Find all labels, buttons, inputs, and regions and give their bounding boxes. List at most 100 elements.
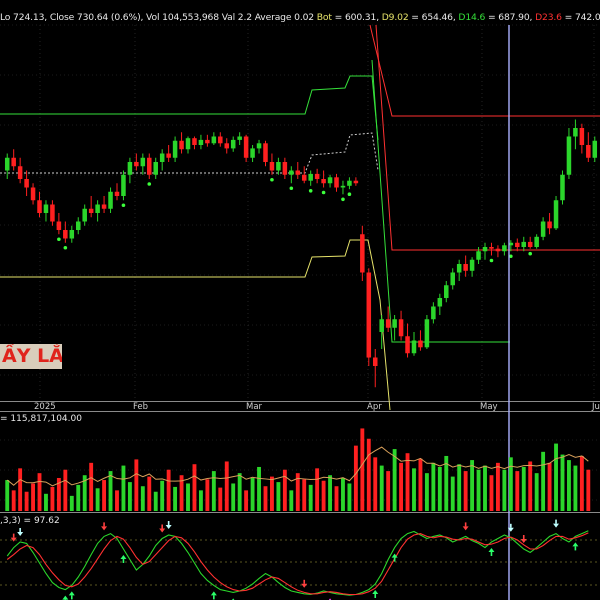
volume-bar <box>315 468 320 511</box>
candle-body <box>463 264 468 271</box>
volume-bar <box>412 468 416 511</box>
candle-body <box>159 153 165 162</box>
volume-bar <box>489 475 494 511</box>
volume-bar <box>373 457 378 511</box>
candle-body <box>11 157 16 167</box>
candle-body <box>198 139 204 145</box>
sell-arrow <box>462 526 469 531</box>
candle-body <box>82 208 87 222</box>
signal-dot <box>321 190 326 195</box>
volume-bar <box>186 483 190 511</box>
sell-arrow <box>301 583 308 588</box>
volume-bar <box>554 443 558 511</box>
volume-bar <box>102 480 107 511</box>
volume-bar <box>153 491 158 511</box>
candle-body <box>134 162 139 167</box>
sell-arrow <box>464 522 467 527</box>
month-label-mar: Mar <box>246 402 263 412</box>
volume-bar <box>173 486 178 511</box>
volume-bar <box>392 449 397 511</box>
oscillator-panel-top-border <box>0 512 600 513</box>
info-segment: D23.6 <box>535 12 562 23</box>
sell-arrow <box>17 532 24 536</box>
volume-bar <box>44 493 48 511</box>
candle-body <box>50 204 55 222</box>
volume-bar <box>237 473 242 511</box>
volume-bar <box>463 471 468 511</box>
candle-body <box>205 139 210 144</box>
signal-dot <box>341 197 345 202</box>
volume-bar <box>205 479 210 511</box>
candle-body <box>573 128 578 137</box>
volume-bar <box>231 483 236 511</box>
volume-bar <box>192 464 197 511</box>
buy-arrow <box>374 594 377 598</box>
volume-bar <box>250 477 255 511</box>
volume-bar <box>31 483 35 511</box>
candle-body <box>515 242 520 247</box>
volume-bar <box>437 466 442 511</box>
buy-arrow <box>70 595 73 600</box>
volume-bar <box>573 465 578 511</box>
candle-body <box>289 170 294 175</box>
candle-body <box>17 166 23 179</box>
candle-body <box>218 136 223 144</box>
sell-arrow <box>167 521 170 525</box>
candle-body <box>372 357 378 366</box>
volume-bar <box>495 462 500 511</box>
volume-bar <box>76 484 81 511</box>
volume-bar <box>450 476 455 511</box>
volume-bar <box>586 469 591 511</box>
candle-body <box>366 272 372 358</box>
candle-body <box>534 236 539 247</box>
volume-bar <box>37 473 42 511</box>
volume-bar <box>528 461 533 511</box>
volume-bar <box>476 469 481 511</box>
buy-arrow <box>393 557 396 562</box>
signal-dot <box>528 251 533 256</box>
volume-bar <box>166 469 171 511</box>
volume-bar <box>321 480 326 511</box>
volume-bar <box>140 486 145 511</box>
candle-body <box>334 177 339 188</box>
sell-arrow <box>19 528 21 532</box>
buy-arrow <box>120 555 127 559</box>
candle-body <box>172 140 178 158</box>
volume-bar <box>386 471 391 511</box>
candle-body <box>153 162 158 175</box>
candle-body <box>211 136 217 144</box>
candle-body <box>418 340 423 348</box>
info-segment: = 742.04, <box>564 12 600 23</box>
candle-body <box>502 245 507 252</box>
candle-body <box>75 221 81 230</box>
sell-arrow <box>101 526 108 531</box>
volume-bar <box>257 466 261 511</box>
line-D14.6 <box>0 75 379 141</box>
candle-body <box>88 208 94 213</box>
candle-body <box>450 272 455 286</box>
candle-body <box>360 234 365 273</box>
volume-bar <box>289 490 294 511</box>
volume-bar <box>218 487 223 511</box>
volume-bar <box>508 457 513 511</box>
candle-body <box>114 191 120 196</box>
candle-body <box>482 247 488 252</box>
candle-body <box>282 162 288 175</box>
volume-bar <box>263 486 268 511</box>
candle-body <box>4 157 10 171</box>
volume-bar <box>483 465 487 511</box>
volume-bar <box>457 464 462 511</box>
signal-dot <box>308 189 313 193</box>
candle-body <box>250 148 255 158</box>
candle-body <box>263 143 268 162</box>
volume-bar <box>308 484 313 511</box>
sell-arrow <box>159 528 166 533</box>
candle-body <box>30 187 36 201</box>
volume-bar <box>160 480 165 511</box>
signal-dot <box>289 186 294 191</box>
chart-canvas[interactable] <box>0 0 600 600</box>
sell-arrow <box>522 535 525 539</box>
volume-bar <box>18 468 23 511</box>
volume-bar <box>560 454 565 511</box>
volume-bar <box>347 483 352 511</box>
